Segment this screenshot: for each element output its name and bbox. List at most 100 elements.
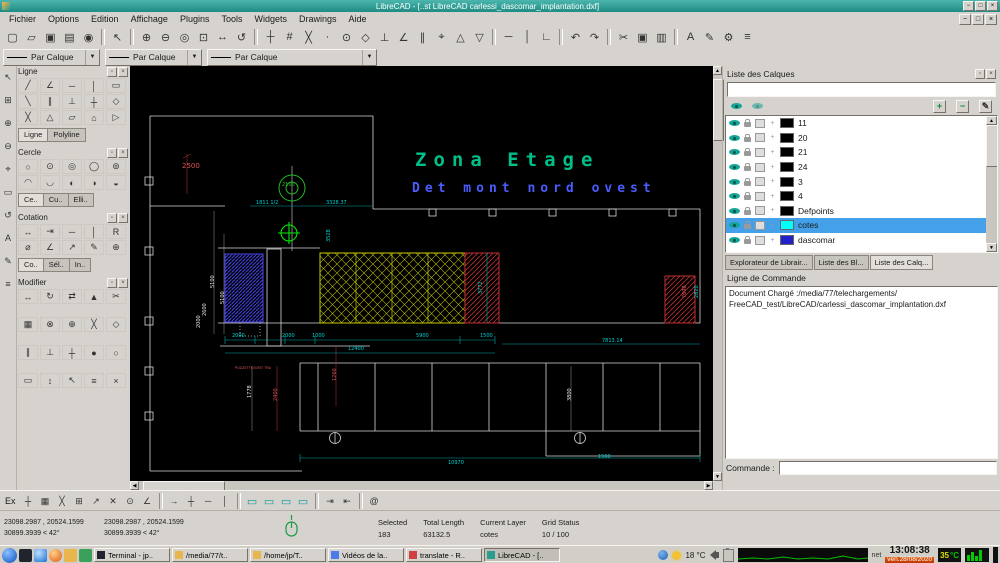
layer-lock-icon[interactable] bbox=[744, 239, 751, 244]
layer-list-scrollbar[interactable]: ▲ ▼ bbox=[986, 116, 997, 252]
layer-row-defpoints[interactable]: +Defpoints bbox=[726, 204, 986, 219]
tool-cercle-10[interactable]: ◒ bbox=[106, 175, 126, 190]
layer-visibility-icon[interactable] bbox=[729, 206, 740, 216]
palette-tab-co[interactable]: Co.. bbox=[18, 258, 43, 272]
layer-construction-icon[interactable]: + bbox=[769, 207, 776, 214]
tool-ligne-8[interactable]: ⊥ bbox=[62, 94, 82, 109]
snapbar-snap-intersection[interactable]: ⊙ bbox=[122, 493, 139, 509]
tool-cotation-8[interactable]: ↗ bbox=[62, 240, 82, 255]
tool-ligne-1[interactable]: ╱ bbox=[18, 78, 38, 93]
tool-modifier-20[interactable]: × bbox=[106, 373, 126, 388]
tool-cercle-4[interactable]: ◯ bbox=[84, 159, 104, 174]
scroll-up-button[interactable]: ▲ bbox=[713, 66, 722, 75]
weather-sun-icon[interactable] bbox=[672, 551, 681, 560]
toolbar-snap-angle[interactable]: ∠ bbox=[394, 28, 413, 47]
tool-cotation-5[interactable]: R bbox=[106, 224, 126, 239]
layer-print-icon[interactable] bbox=[755, 177, 765, 186]
window-restore-button[interactable]: □ bbox=[975, 1, 986, 11]
tool-modifier-12[interactable]: ⊥ bbox=[40, 345, 60, 360]
menu-drawings[interactable]: Drawings bbox=[293, 13, 343, 25]
layer-construction-icon[interactable]: + bbox=[769, 222, 776, 229]
media-launcher-icon[interactable] bbox=[79, 549, 92, 562]
tool-ligne-10[interactable]: ◇ bbox=[106, 94, 126, 109]
tool-cercle-1[interactable]: ○ bbox=[18, 159, 38, 174]
tool-cercle-6[interactable]: ◠ bbox=[18, 175, 38, 190]
palette-tab-polyline[interactable]: Polyline bbox=[47, 128, 85, 142]
toolbar-settings[interactable]: ⚙ bbox=[719, 28, 738, 47]
tool-cercle-7[interactable]: ◡ bbox=[40, 175, 60, 190]
layer-print-icon[interactable] bbox=[755, 236, 765, 245]
toolbar-print-preview[interactable]: ◉ bbox=[79, 28, 98, 47]
toolbar-cut[interactable]: ✂ bbox=[614, 28, 633, 47]
tool-modifier-16[interactable]: ▭ bbox=[18, 373, 38, 388]
volume-icon[interactable] bbox=[710, 550, 719, 560]
tool-ligne-13[interactable]: ▱ bbox=[62, 110, 82, 125]
dock-tab-liste-des-bl[interactable]: Liste des Bl... bbox=[814, 255, 869, 270]
tool-ligne-3[interactable]: ─ bbox=[62, 78, 82, 93]
tool-ligne-2[interactable]: ∠ bbox=[40, 78, 60, 93]
firefox-launcher-icon[interactable] bbox=[49, 549, 62, 562]
toolbar-snap-auto[interactable]: ▽ bbox=[470, 28, 489, 47]
dock-tab-explorateur-de-librair[interactable]: Explorateur de Librair... bbox=[725, 255, 813, 270]
toolbar-zoom-out[interactable]: ⊖ bbox=[156, 28, 175, 47]
snapbar-draft-mode-2[interactable]: ▭ bbox=[261, 493, 278, 509]
layer-color-swatch[interactable] bbox=[780, 206, 794, 216]
layer-print-icon[interactable] bbox=[755, 206, 765, 215]
layer-color-swatch[interactable] bbox=[780, 133, 794, 143]
dock-float-button[interactable]: ▫ bbox=[975, 69, 985, 79]
tool-modifier-6[interactable]: ▦ bbox=[18, 317, 38, 332]
tool-modifier-13[interactable]: ┼ bbox=[62, 345, 82, 360]
task-button-home-jp-t[interactable]: /home/jp/T.. bbox=[250, 548, 326, 562]
layer-row-11[interactable]: +11 bbox=[726, 116, 986, 131]
layer-lock-icon[interactable] bbox=[744, 137, 751, 142]
strip-zoom-out[interactable]: ⊖ bbox=[1, 139, 15, 153]
mdi-close-button[interactable]: × bbox=[985, 14, 997, 25]
layer-print-icon[interactable] bbox=[755, 192, 765, 201]
toolbar-select-pointer[interactable]: ↖ bbox=[108, 28, 127, 47]
tool-cotation-9[interactable]: ✎ bbox=[84, 240, 104, 255]
strip-zoom-window[interactable]: ⊞ bbox=[1, 93, 15, 107]
menu-fichier[interactable]: Fichier bbox=[3, 13, 42, 25]
layer-construction-icon[interactable]: + bbox=[769, 193, 776, 200]
snapbar-set-relative-zero[interactable]: ⇤ bbox=[339, 493, 356, 509]
tray-clock[interactable]: 13:08:38 ven.28/08/2020 bbox=[885, 546, 934, 563]
snapbar-snap-angle[interactable]: ∠ bbox=[139, 493, 156, 509]
layer-print-icon[interactable] bbox=[755, 221, 765, 230]
snapbar-snap-free[interactable]: ┼ bbox=[20, 493, 37, 509]
terminal-launcher-icon[interactable] bbox=[19, 549, 32, 562]
strip-pointer[interactable]: ↖ bbox=[1, 70, 15, 84]
layer-color-swatch[interactable] bbox=[780, 118, 794, 128]
layer-scroll-up[interactable]: ▲ bbox=[986, 116, 997, 125]
layer-row-24[interactable]: +24 bbox=[726, 160, 986, 175]
task-button-terminal-jp[interactable]: Terminal - jp.. bbox=[94, 548, 170, 562]
toolbar-zoom-pan[interactable]: ↔ bbox=[213, 28, 232, 47]
tool-ligne-12[interactable]: △ bbox=[40, 110, 60, 125]
tool-ligne-4[interactable]: │ bbox=[84, 78, 104, 93]
layer-color-swatch[interactable] bbox=[780, 235, 794, 245]
task-button-librecad[interactable]: LibreCAD - [.. bbox=[484, 548, 560, 562]
snapbar-restrict-vertical[interactable]: │ bbox=[217, 493, 234, 509]
canvas-horizontal-scrollbar[interactable]: ◀ ▶ bbox=[130, 481, 713, 490]
window-titlebar[interactable]: LibreCAD - [..st LibreCAD carlessi_dasco… bbox=[0, 0, 1000, 12]
tool-ligne-15[interactable]: ▷ bbox=[106, 110, 126, 125]
palette-tab-s-l[interactable]: Sél.. bbox=[43, 258, 69, 272]
layer-color-swatch[interactable] bbox=[780, 147, 794, 157]
toolbar-snap-distance[interactable]: ⊥ bbox=[375, 28, 394, 47]
menu-affichage[interactable]: Affichage bbox=[125, 13, 174, 25]
dock-tab-liste-des-calq[interactable]: Liste des Calq... bbox=[870, 255, 934, 270]
palette-tab-cu[interactable]: Cu.. bbox=[43, 193, 68, 207]
layer-construction-icon[interactable]: + bbox=[769, 178, 776, 185]
tool-ligne-6[interactable]: ╲ bbox=[18, 94, 38, 109]
layer-construction-icon[interactable]: + bbox=[769, 237, 776, 244]
toolbar-zoom-auto[interactable]: ◎ bbox=[175, 28, 194, 47]
cpu-meter[interactable] bbox=[965, 548, 989, 562]
layer-print-icon[interactable] bbox=[755, 133, 765, 142]
browser-launcher-icon[interactable] bbox=[34, 549, 47, 562]
toolbar-open-file[interactable]: ▱ bbox=[22, 28, 41, 47]
start-menu-button[interactable] bbox=[2, 548, 17, 563]
strip-zoom-auto[interactable]: ⌖ bbox=[1, 162, 15, 176]
tool-modifier-18[interactable]: ↖ bbox=[62, 373, 82, 388]
window-minimize-button[interactable]: − bbox=[963, 1, 974, 11]
tool-cotation-2[interactable]: ⇥ bbox=[40, 224, 60, 239]
scroll-down-button[interactable]: ▼ bbox=[713, 472, 722, 481]
